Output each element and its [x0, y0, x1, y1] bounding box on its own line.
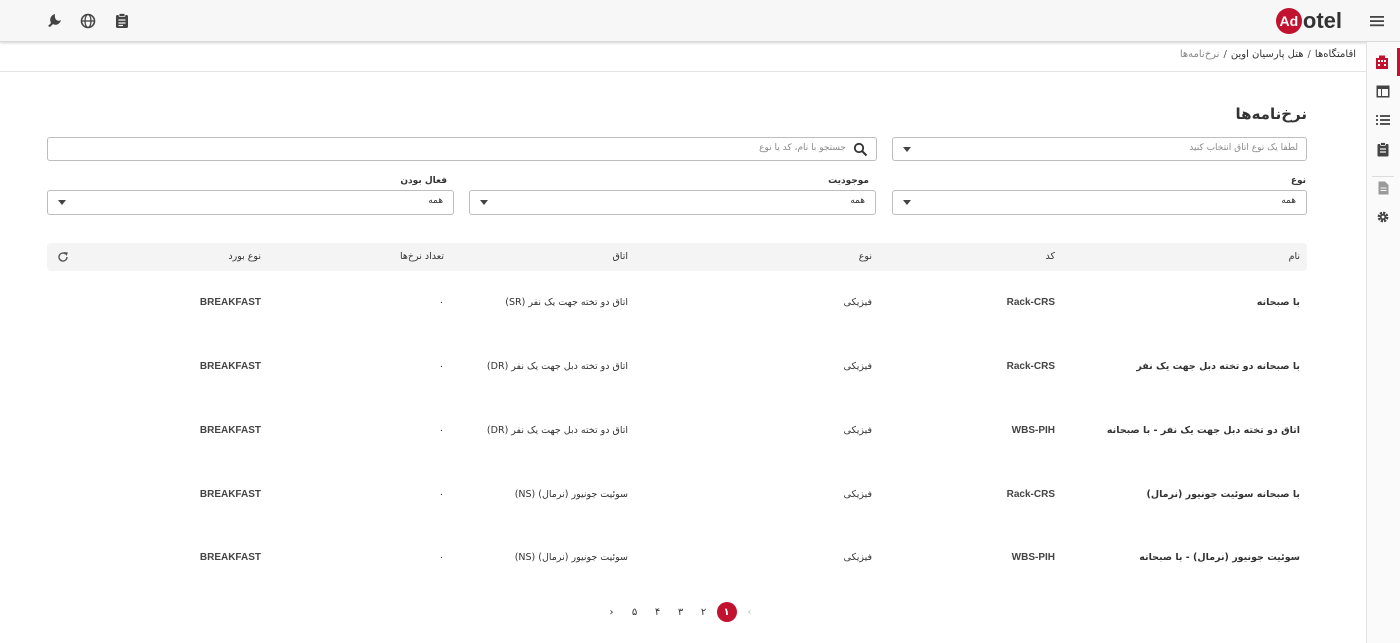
page-title: نرخ‌نامه‌ها	[1235, 105, 1307, 123]
search-icon	[853, 142, 868, 157]
cell-board-type: BREAKFAST	[199, 552, 261, 563]
cell-type: فیزیکی	[843, 489, 872, 500]
type-label: نوع	[1290, 176, 1306, 186]
theme-toggle-icon[interactable]	[44, 11, 64, 31]
document-icon[interactable]	[1366, 174, 1400, 202]
cell-room: اتاق دو تخته دبل جهت یک نفر (DR)	[486, 361, 628, 372]
cell-code: Rack-CRS	[1006, 297, 1055, 308]
cell-rate-count: ۰	[438, 297, 444, 308]
globe-icon[interactable]	[78, 11, 98, 31]
brand-logo[interactable]: Ad otel	[1275, 8, 1342, 34]
search-placeholder: جستجو با نام، کد یا نوع	[759, 143, 846, 153]
cell-code: WBS-PIH	[1011, 552, 1055, 563]
hotel-building-icon[interactable]	[1366, 48, 1400, 76]
cell-rate-count: ۰	[438, 425, 444, 436]
table-row[interactable]: اتاق دو تخته دبل جهت یک نفر - با صبحانه …	[47, 422, 1307, 442]
clipboard-icon[interactable]	[112, 11, 132, 31]
active-label: فعال بودن	[400, 176, 447, 186]
refresh-icon[interactable]	[57, 251, 69, 263]
header-rate-count[interactable]: تعداد نرخ‌ها	[400, 251, 444, 262]
current-page-number: ۱	[716, 602, 737, 622]
cell-code: WBS-PIH	[1011, 425, 1055, 436]
search-input[interactable]: جستجو با نام، کد یا نوع	[47, 137, 877, 161]
breadcrumb-divider	[0, 71, 1366, 72]
type-select-value: همه	[1281, 196, 1296, 206]
caret-down-icon	[903, 147, 911, 152]
cell-type: فیزیکی	[843, 361, 872, 372]
cell-type: فیزیکی	[843, 297, 872, 308]
table-row[interactable]: با صبحانه دو تخته دبل جهت یک نفر Rack-CR…	[47, 358, 1307, 378]
cell-board-type: BREAKFAST	[199, 489, 261, 500]
page-2[interactable]: ۲	[692, 602, 715, 622]
breadcrumb: اقامتگاه‌ها / هتل پارسیان اوین / نرخ‌نام…	[1180, 49, 1356, 60]
logo-text: otel	[1302, 8, 1342, 33]
active-select-value: همه	[428, 196, 443, 206]
cell-room: سوئیت جونیور (نرمال) (NS)	[514, 552, 628, 563]
cell-rate-count: ۰	[438, 489, 444, 500]
room-type-placeholder: لطفا یک نوع اتاق انتخاب کنید	[1189, 143, 1298, 153]
cell-name: با صبحانه دو تخته دبل جهت یک نفر	[1136, 361, 1300, 372]
settings-gear-icon[interactable]	[1366, 203, 1400, 231]
cell-rate-count: ۰	[438, 361, 444, 372]
header-room[interactable]: اتاق	[612, 251, 628, 262]
breadcrumb-hotel[interactable]: هتل پارسیان اوین	[1231, 49, 1304, 60]
top-bar: Ad otel	[0, 0, 1400, 42]
hamburger-menu-icon[interactable]	[1368, 12, 1386, 30]
page-4[interactable]: ۴	[646, 602, 669, 622]
availability-select[interactable]: همه	[469, 190, 876, 215]
list-icon[interactable]	[1366, 106, 1400, 134]
caret-down-icon	[58, 200, 66, 205]
page-1-current[interactable]: ۱	[715, 602, 738, 622]
pagination-prev[interactable]: ‹	[738, 602, 761, 622]
availability-select-value: همه	[850, 196, 865, 206]
top-bar-actions	[44, 11, 132, 31]
breadcrumb-current: نرخ‌نامه‌ها	[1179, 49, 1220, 60]
clipboard-list-icon[interactable]	[1366, 135, 1400, 163]
cell-name: سوئیت جونیور (نرمال) - با صبحانه	[1139, 552, 1300, 563]
cell-room: سوئیت جونیور (نرمال) (NS)	[514, 489, 628, 500]
cell-room: اتاق دو تخته دبل جهت یک نفر (DR)	[486, 425, 628, 436]
cell-name: با صبحانه	[1256, 297, 1300, 308]
caret-down-icon	[480, 200, 488, 205]
table-row[interactable]: با صبحانه سوئیت جونیور (نرمال) Rack-CRS …	[47, 486, 1307, 506]
cell-type: فیزیکی	[843, 552, 872, 563]
table-row[interactable]: سوئیت جونیور (نرمال) - با صبحانه WBS-PIH…	[47, 549, 1307, 569]
header-type[interactable]: نوع	[859, 251, 872, 262]
cell-type: فیزیکی	[843, 425, 872, 436]
cell-name: اتاق دو تخته دبل جهت یک نفر - با صبحانه	[1106, 425, 1300, 436]
cell-board-type: BREAKFAST	[199, 297, 261, 308]
table-row[interactable]: با صبحانه Rack-CRS فیزیکی اتاق دو تخته ج…	[47, 294, 1307, 314]
sidebar	[1366, 42, 1400, 643]
breadcrumb-separator: /	[1307, 49, 1311, 60]
availability-label: موجودیت	[828, 176, 869, 186]
cell-board-type: BREAKFAST	[199, 361, 261, 372]
page-5[interactable]: ۵	[623, 602, 646, 622]
cell-name: با صبحانه سوئیت جونیور (نرمال)	[1146, 489, 1301, 500]
caret-down-icon	[903, 200, 911, 205]
cell-board-type: BREAKFAST	[199, 425, 261, 436]
table-header: نام کد نوع اتاق تعداد نرخ‌ها نوع بورد	[47, 243, 1307, 271]
cell-code: Rack-CRS	[1006, 489, 1055, 500]
breadcrumb-accommodations[interactable]: اقامتگاه‌ها	[1315, 49, 1356, 60]
table-layout-icon[interactable]	[1366, 77, 1400, 105]
pagination-next[interactable]: ›	[600, 602, 623, 622]
breadcrumb-separator: /	[1223, 49, 1227, 60]
cell-rate-count: ۰	[438, 552, 444, 563]
active-select[interactable]: همه	[47, 190, 454, 215]
logo-mark: Ad	[1275, 8, 1302, 34]
cell-code: Rack-CRS	[1006, 361, 1055, 372]
header-name[interactable]: نام	[1289, 251, 1300, 262]
room-type-select[interactable]: لطفا یک نوع اتاق انتخاب کنید	[892, 137, 1307, 161]
header-code[interactable]: کد	[1045, 251, 1055, 262]
type-select[interactable]: همه	[892, 190, 1307, 215]
pagination: › ۵ ۴ ۳ ۲ ۱ ‹	[600, 602, 761, 622]
cell-room: اتاق دو تخته جهت یک نفر (SR)	[505, 297, 628, 308]
page-3[interactable]: ۳	[669, 602, 692, 622]
header-board-type[interactable]: نوع بورد	[228, 251, 261, 262]
